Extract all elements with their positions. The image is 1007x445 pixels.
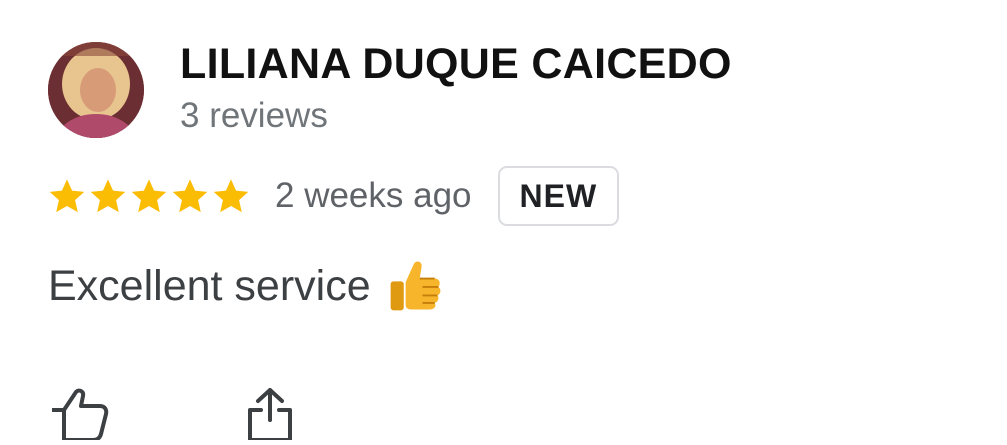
review-count: 3 reviews	[180, 96, 328, 135]
rating-row: 2 weeks ago NEW	[48, 164, 620, 228]
like-button[interactable]	[48, 388, 110, 442]
thumbs-up-emoji-icon	[390, 261, 441, 311]
review-text: Excellent service	[48, 261, 371, 310]
star-rating	[48, 177, 253, 215]
thumbs-up-outline-icon	[52, 388, 109, 442]
reviewer-name[interactable]: LILIANA DUQUE CAICEDO	[180, 40, 732, 89]
avatar-photo	[48, 42, 144, 138]
star-icon	[131, 179, 167, 213]
review-text-row: Excellent service	[48, 256, 445, 316]
star-icon	[172, 179, 208, 213]
star-icon	[90, 179, 126, 213]
star-icon	[213, 179, 249, 213]
new-badge: NEW	[497, 166, 620, 226]
share-button[interactable]	[244, 386, 296, 442]
review-card: LILIANA DUQUE CAICEDO 3 reviews 2 weeks …	[0, 0, 1007, 442]
reviewer-avatar[interactable]	[48, 42, 144, 138]
review-time: 2 weeks ago	[275, 176, 472, 215]
star-icon	[49, 179, 85, 213]
share-icon	[248, 388, 292, 442]
